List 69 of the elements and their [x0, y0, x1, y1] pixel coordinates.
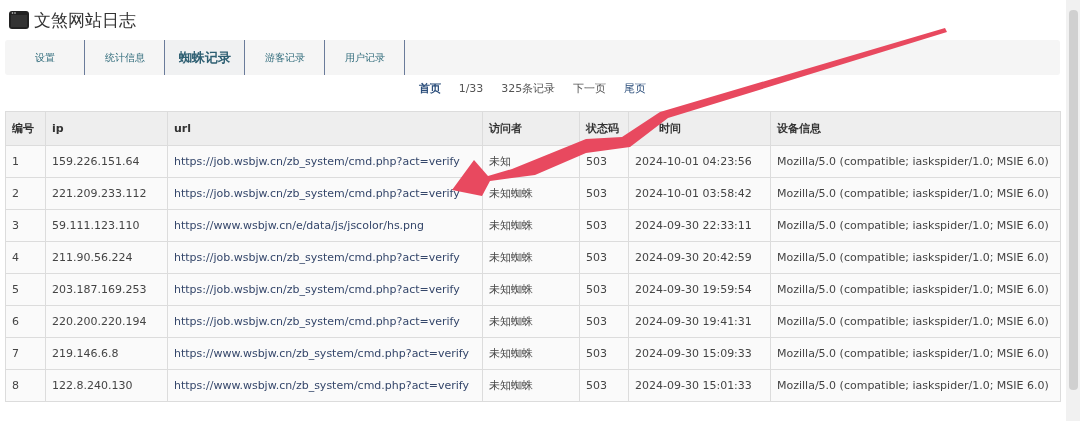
page-title: 文煞网站日志 — [34, 8, 136, 32]
table-cell: 503 — [579, 273, 629, 306]
table-cell: 3 — [5, 209, 46, 242]
table-cell: https://www.wsbjw.cn/e/data/js/jscolor/hs.png — [167, 209, 483, 242]
table-cell: 2024-09-30 15:09:33 — [628, 337, 771, 370]
tab[interactable]: 设置 — [5, 40, 85, 75]
table-cell: 2024-09-30 19:59:54 — [628, 273, 771, 306]
table-cell: 未知蜘蛛 — [482, 273, 580, 306]
column-header: 访问者 — [482, 111, 580, 146]
window-icon — [8, 10, 30, 30]
table-cell: 211.90.56.224 — [45, 241, 168, 274]
table-cell: 未知蜘蛛 — [482, 337, 580, 370]
pager-text: 下一页 — [573, 80, 607, 96]
table-cell: Mozilla/5.0 (compatible; iaskspider/1.0; MSIE 6.0) — [770, 305, 1061, 338]
table-cell: 59.111.123.110 — [45, 209, 168, 242]
table-cell: 122.8.240.130 — [45, 369, 168, 402]
table-cell: 159.226.151.64 — [45, 145, 168, 178]
table-cell: 2024-09-30 19:41:31 — [628, 305, 771, 338]
pager-text: 325条记录 — [501, 80, 556, 96]
scrollbar[interactable] — [1066, 0, 1080, 421]
column-header: 编号 — [5, 111, 46, 146]
tab[interactable]: 用户记录 — [325, 40, 405, 75]
column-header: ip — [45, 111, 168, 146]
table-cell: Mozilla/5.0 (compatible; iaskspider/1.0; MSIE 6.0) — [770, 241, 1061, 274]
table-cell: 未知蜘蛛 — [482, 369, 580, 402]
table-cell: 219.146.6.8 — [45, 337, 168, 370]
table-cell: 2024-09-30 22:33:11 — [628, 209, 771, 242]
tab[interactable]: 蜘蛛记录 — [165, 40, 245, 75]
table-cell: https://job.wsbjw.cn/zb_system/cmd.php?act=verify — [167, 305, 483, 338]
table-cell: 8 — [5, 369, 46, 402]
table-cell: 5 — [5, 273, 46, 306]
table-cell: 220.200.220.194 — [45, 305, 168, 338]
table-cell: Mozilla/5.0 (compatible; iaskspider/1.0; MSIE 6.0) — [770, 209, 1061, 242]
table-cell: 4 — [5, 241, 46, 274]
table-cell: 503 — [579, 209, 629, 242]
table-cell: 1 — [5, 145, 46, 178]
table-cell: 未知蜘蛛 — [482, 209, 580, 242]
table-cell: 2024-09-30 20:42:59 — [628, 241, 771, 274]
table-cell: https://job.wsbjw.cn/zb_system/cmd.php?act=verify — [167, 273, 483, 306]
table-cell: 2024-10-01 03:58:42 — [628, 177, 771, 210]
table-cell: Mozilla/5.0 (compatible; iaskspider/1.0; MSIE 6.0) — [770, 337, 1061, 370]
table-cell: 2024-10-01 04:23:56 — [628, 145, 771, 178]
table-cell: https://job.wsbjw.cn/zb_system/cmd.php?act=verify — [167, 241, 483, 274]
table-cell: Mozilla/5.0 (compatible; iaskspider/1.0; MSIE 6.0) — [770, 145, 1061, 178]
table-cell: Mozilla/5.0 (compatible; iaskspider/1.0; MSIE 6.0) — [770, 273, 1061, 306]
table-cell: 未知蜘蛛 — [482, 241, 580, 274]
table-cell: 7 — [5, 337, 46, 370]
table-cell: 6 — [5, 305, 46, 338]
table-cell: https://www.wsbjw.cn/zb_system/cmd.php?act=verify — [167, 337, 483, 370]
page-link[interactable]: 尾页 — [624, 80, 647, 96]
table-cell: https://www.wsbjw.cn/zb_system/cmd.php?act=verify — [167, 369, 483, 402]
tab[interactable]: 游客记录 — [245, 40, 325, 75]
table-cell: 503 — [579, 305, 629, 338]
pager-text: 1/33 — [458, 81, 484, 95]
table-cell: 2 — [5, 177, 46, 210]
table-cell: 221.209.233.112 — [45, 177, 168, 210]
column-header: url — [167, 111, 483, 146]
table-cell: Mozilla/5.0 (compatible; iaskspider/1.0; MSIE 6.0) — [770, 369, 1061, 402]
table-cell: 503 — [579, 241, 629, 274]
column-header: 设备信息 — [770, 111, 1061, 146]
table-cell: 503 — [579, 369, 629, 402]
table-cell: 503 — [579, 177, 629, 210]
table-cell: 503 — [579, 337, 629, 370]
page-link[interactable]: 首页 — [418, 80, 441, 96]
table-cell: 未知蜘蛛 — [482, 305, 580, 338]
table-cell: Mozilla/5.0 (compatible; iaskspider/1.0; MSIE 6.0) — [770, 177, 1061, 210]
table-cell: 203.187.169.253 — [45, 273, 168, 306]
table-cell: https://job.wsbjw.cn/zb_system/cmd.php?act=verify — [167, 145, 483, 178]
table-cell: 2024-09-30 15:01:33 — [628, 369, 771, 402]
